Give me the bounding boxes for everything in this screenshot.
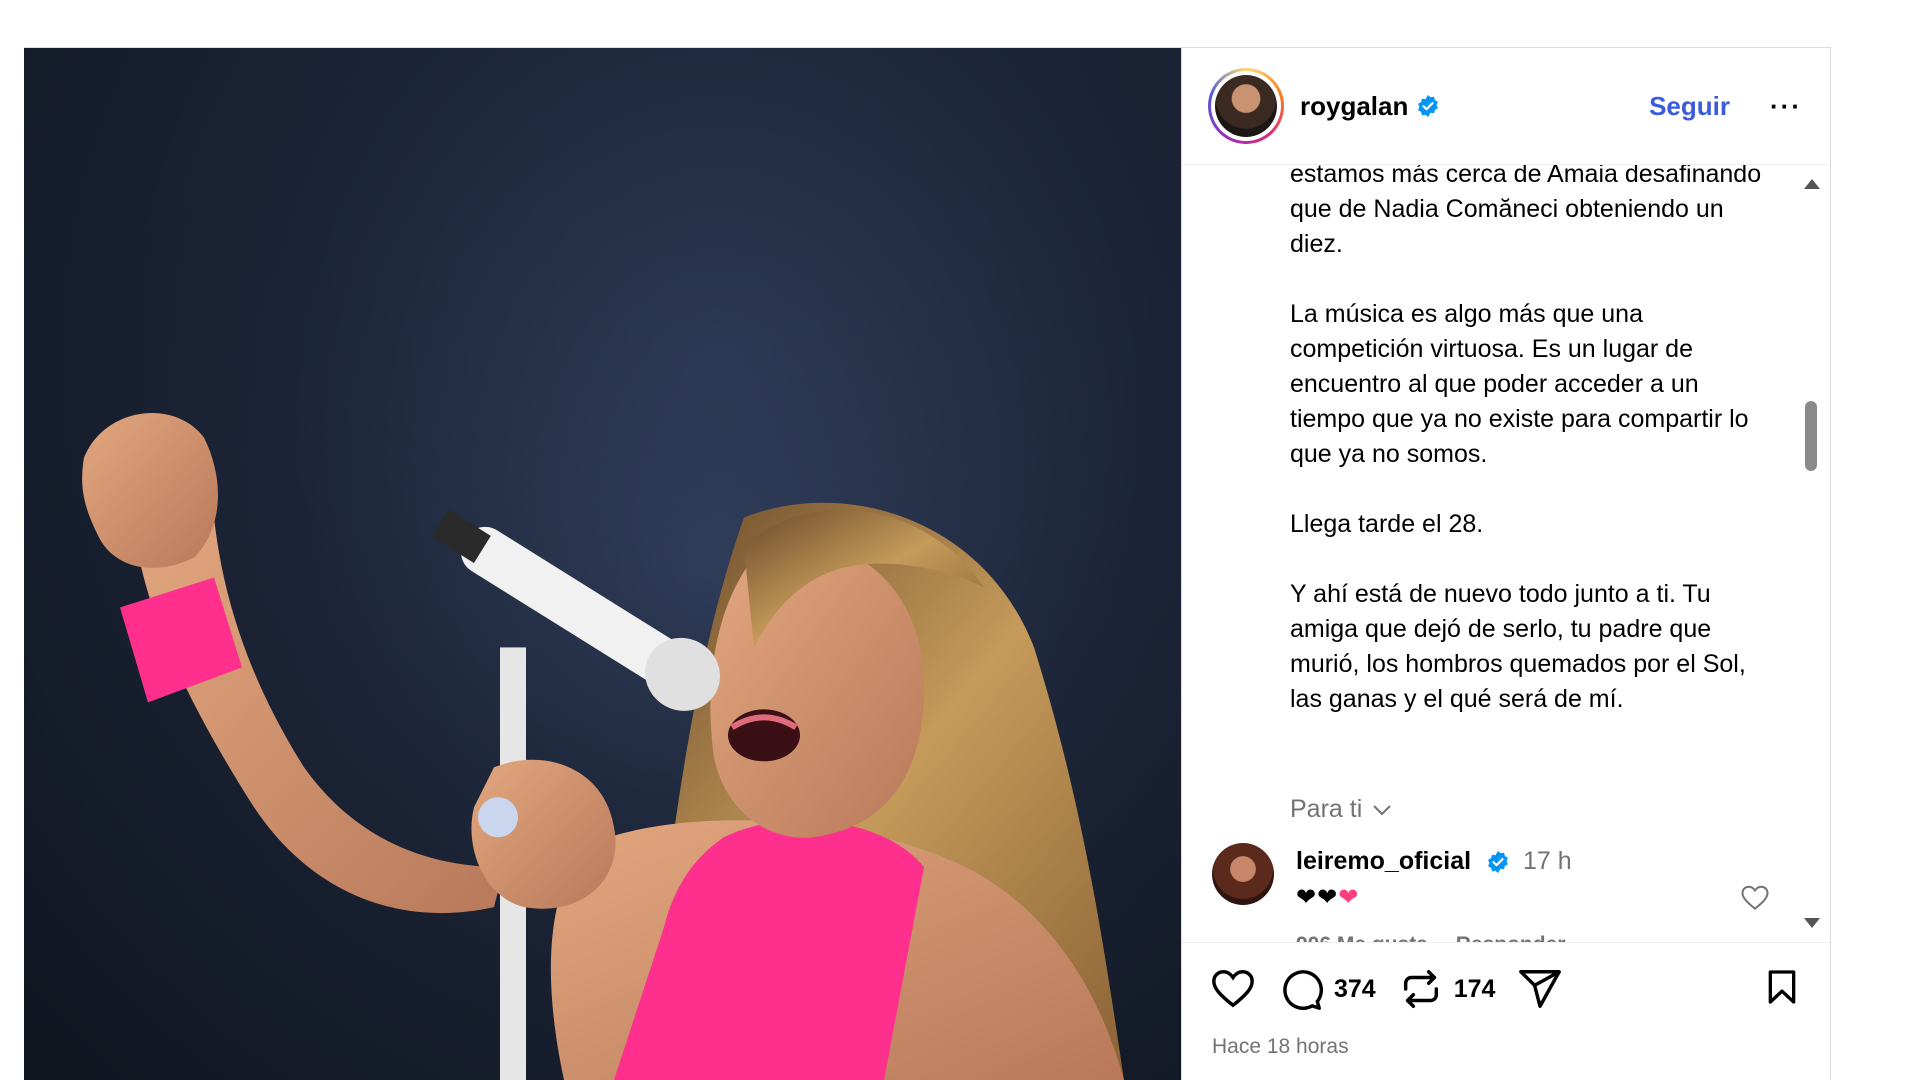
black-hearts-emoji: ❤❤ (1296, 884, 1339, 911)
like-button[interactable] (1210, 966, 1256, 1012)
post-header: roygalan Seguir ··· (1182, 48, 1830, 165)
caption-and-comments[interactable]: estamos más cerca de Amaia desafinando q… (1182, 165, 1802, 942)
caption-paragraph: estamos más cerca de Amaia desafinando q… (1290, 165, 1762, 258)
bookmark-icon (1768, 969, 1796, 1004)
pink-heart-emoji: ❤ (1338, 884, 1360, 911)
singer-photo-illustration (24, 48, 1181, 1080)
comment-icon (1283, 970, 1323, 1010)
comment-item: leiremo_oficial 17 h ❤❤❤ 906 Me gusta Re… (1212, 843, 1792, 942)
action-bar: 374 174 (1210, 963, 1802, 1015)
commenter-username[interactable]: leiremo_oficial (1296, 847, 1471, 875)
comment-time[interactable]: 17 h (1523, 847, 1572, 875)
for-you-filter[interactable]: Para ti (1290, 795, 1392, 824)
chevron-down-icon (1373, 804, 1391, 815)
repost-button[interactable]: 174 (1398, 966, 1496, 1012)
scroll-up-arrow-icon[interactable] (1804, 179, 1820, 189)
comments-scrollbar[interactable] (1802, 165, 1820, 942)
follow-button[interactable]: Seguir (1649, 91, 1730, 122)
verified-badge-icon (1486, 850, 1510, 874)
for-you-label: Para ti (1290, 795, 1363, 823)
comment-text: ❤❤❤ (1296, 883, 1359, 912)
caption-paragraph: La música es algo más que una competició… (1290, 300, 1749, 468)
author-avatar[interactable] (1208, 68, 1284, 144)
comment-reply-link[interactable]: Responder (1456, 933, 1566, 942)
share-button[interactable] (1517, 966, 1563, 1012)
comment-meta: 906 Me gusta Responder (1296, 933, 1587, 942)
scroll-down-arrow-icon[interactable] (1804, 918, 1820, 928)
repost-icon (1403, 970, 1438, 1008)
save-button[interactable] (1762, 965, 1802, 1014)
post-side-panel: roygalan Seguir ··· estamos más cerca de… (1181, 48, 1831, 1080)
post-caption: estamos más cerca de Amaia desafinando q… (1290, 165, 1772, 752)
share-icon (1519, 970, 1562, 1008)
post-footer: 374 174 Hace 18 horas (1182, 942, 1830, 1080)
author-username[interactable]: roygalan (1300, 91, 1408, 122)
comment-count: 374 (1334, 974, 1376, 1003)
comment-likes-link[interactable]: 906 Me gusta (1296, 933, 1428, 942)
verified-badge-icon (1416, 94, 1440, 118)
repost-count: 174 (1453, 974, 1496, 1003)
comment-button[interactable]: 374 (1278, 966, 1376, 1012)
instagram-post: roygalan Seguir ··· estamos más cerca de… (24, 47, 1831, 1080)
post-timestamp[interactable]: Hace 18 horas (1212, 1035, 1349, 1059)
scroll-thumb[interactable] (1805, 401, 1817, 471)
post-photo[interactable] (24, 48, 1181, 1080)
caption-paragraph: Llega tarde el 28. (1290, 510, 1484, 538)
more-icon[interactable]: ··· (1770, 91, 1802, 122)
heart-icon (1212, 970, 1254, 1008)
commenter-avatar[interactable] (1212, 843, 1274, 905)
caption-paragraph: Y ahí está de nuevo todo junto a ti. Tu … (1290, 580, 1746, 713)
heart-icon[interactable] (1740, 883, 1770, 913)
